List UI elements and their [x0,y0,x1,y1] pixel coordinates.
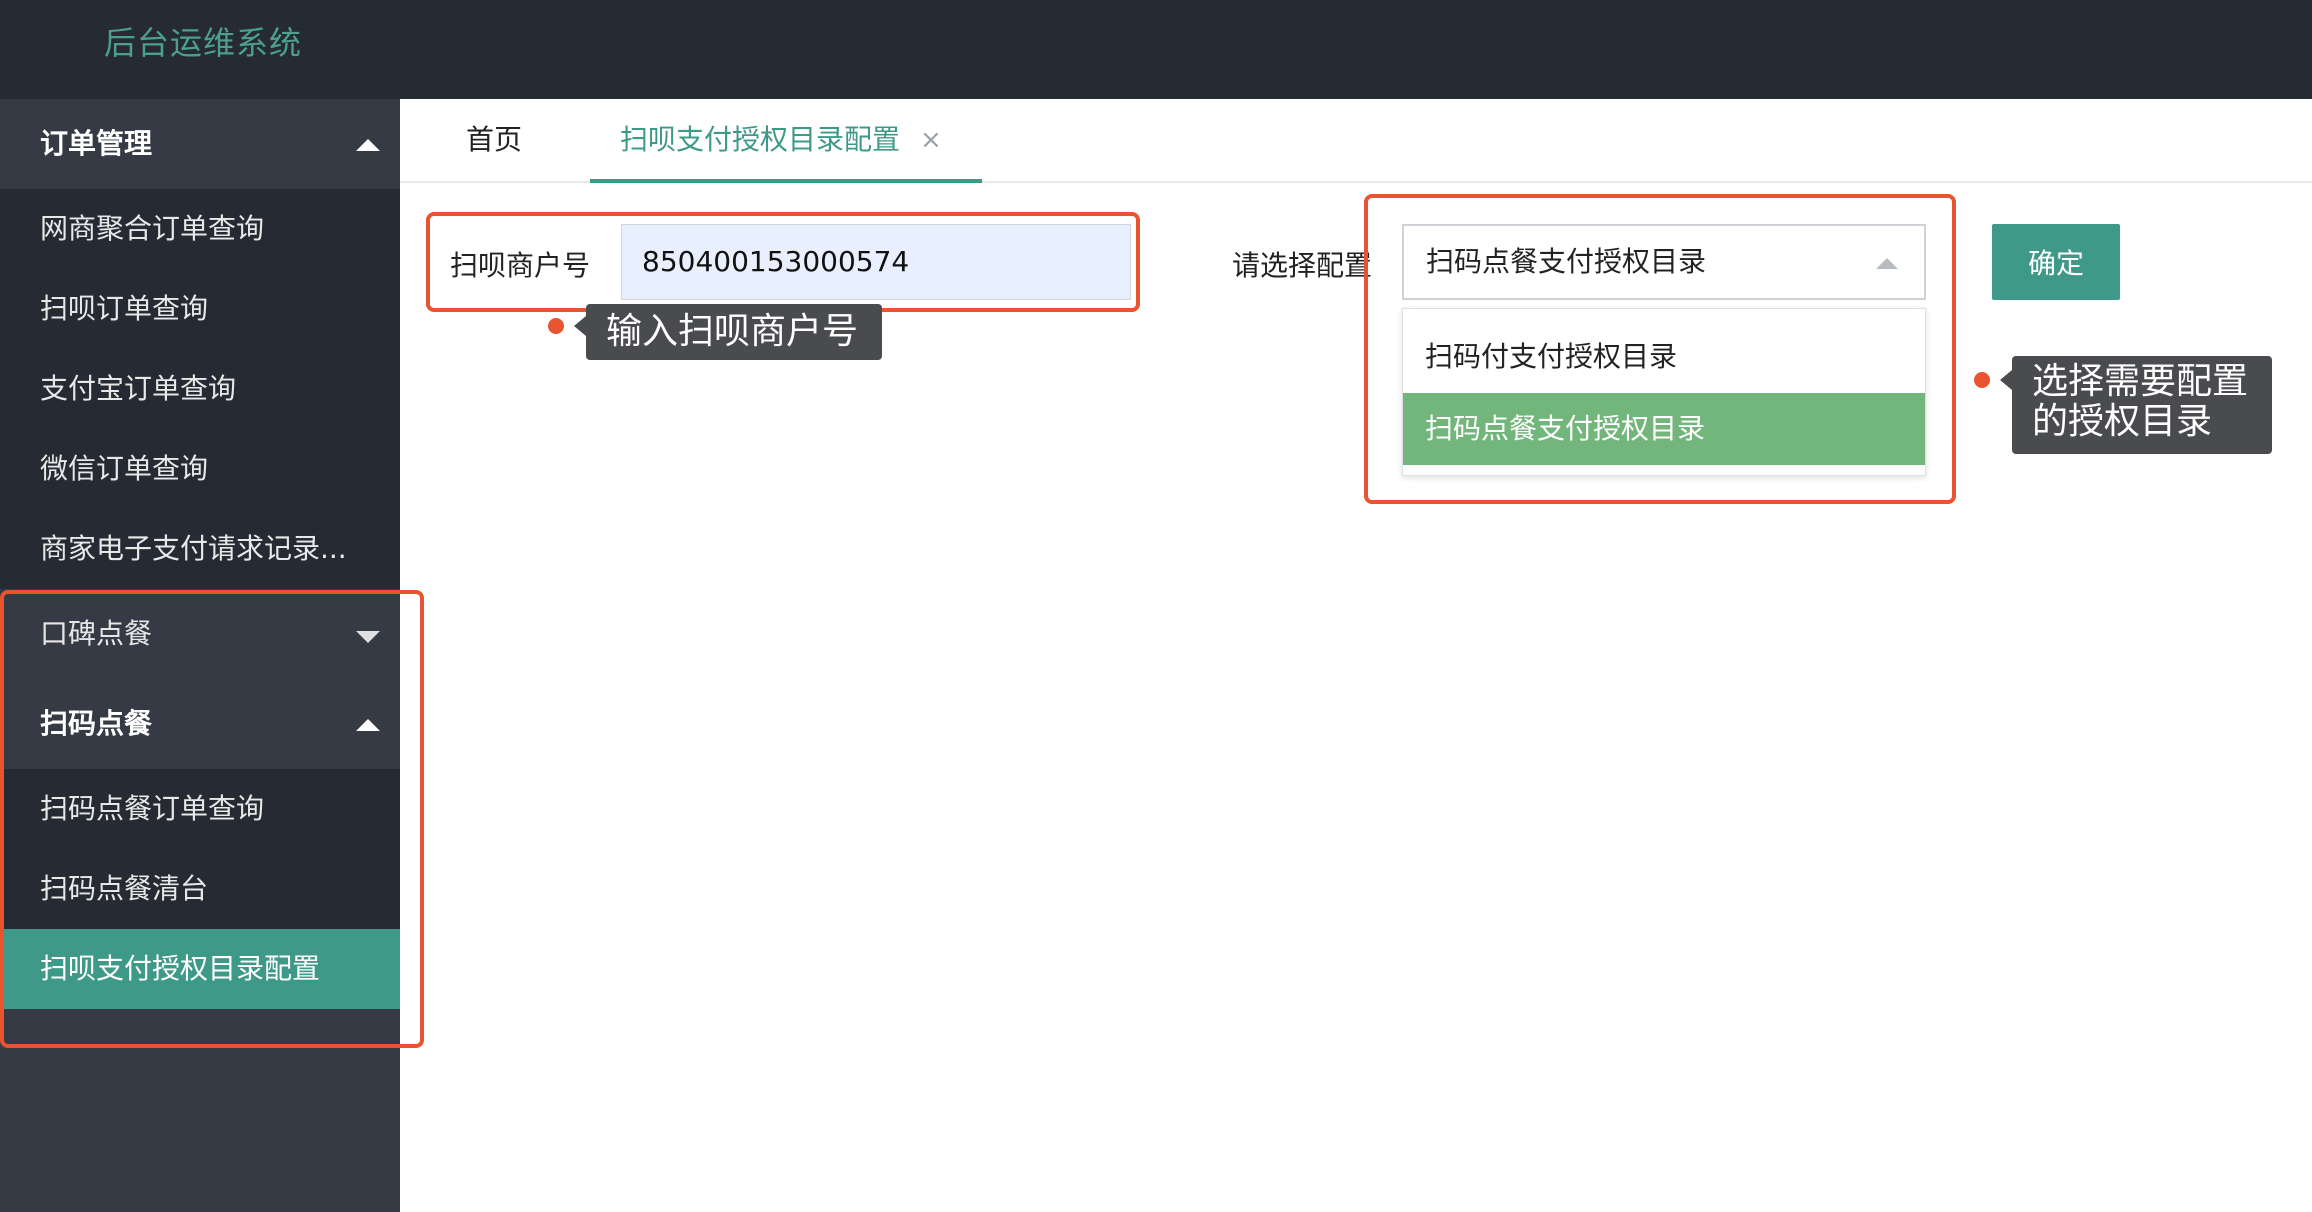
tooltip-config-line2: 的授权目录 [2032,401,2213,442]
tabs-bar: 首页 扫呗支付授权目录配置 × [400,99,2312,183]
chevron-up-icon [356,139,380,151]
sidebar-item-saobei-order-query[interactable]: 扫呗订单查询 [0,269,400,349]
submenu-order-management: 网商聚合订单查询 扫呗订单查询 支付宝订单查询 微信订单查询 商家电子支付请求记… [0,189,400,589]
annotation-dot [548,318,564,334]
confirm-button[interactable]: 确定 [1992,224,2120,300]
sidebar-item-alipay-order-query[interactable]: 支付宝订单查询 [0,349,400,429]
sidebar-item-wangshang-order-query[interactable]: 网商聚合订单查询 [0,189,400,269]
tooltip-arrow [2000,370,2012,390]
annotation-dot [1974,372,1990,388]
app-title: 后台运维系统 [104,24,303,62]
tooltip-config: 选择需要配置 的授权目录 [2012,356,2272,454]
highlight-sidebar-scan-order [0,590,424,1048]
sidebar-item-merchant-payment-records[interactable]: 商家电子支付请求记录... [0,509,400,589]
sidebar-group-order-management[interactable]: 订单管理 [0,99,400,189]
tooltip-arrow [574,316,586,336]
config-select-label: 请选择配置 [1232,249,1373,282]
tab-label: 扫呗支付授权目录配置 [620,123,901,156]
top-bar: 后台运维系统 [0,0,2312,99]
highlight-merchant-input [426,212,1140,312]
tab-active-indicator [590,179,982,183]
tooltip-config-line1: 选择需要配置 [2032,361,2249,402]
tab-auth-directory-config[interactable]: 扫呗支付授权目录配置 × [590,99,982,183]
tab-home[interactable]: 首页 [466,99,522,181]
close-icon[interactable]: × [920,99,942,181]
sidebar-group-label: 订单管理 [40,127,153,160]
sidebar-item-wechat-order-query[interactable]: 微信订单查询 [0,429,400,509]
highlight-config-select [1364,194,1956,504]
tooltip-merchant: 输入扫呗商户号 [586,304,882,360]
